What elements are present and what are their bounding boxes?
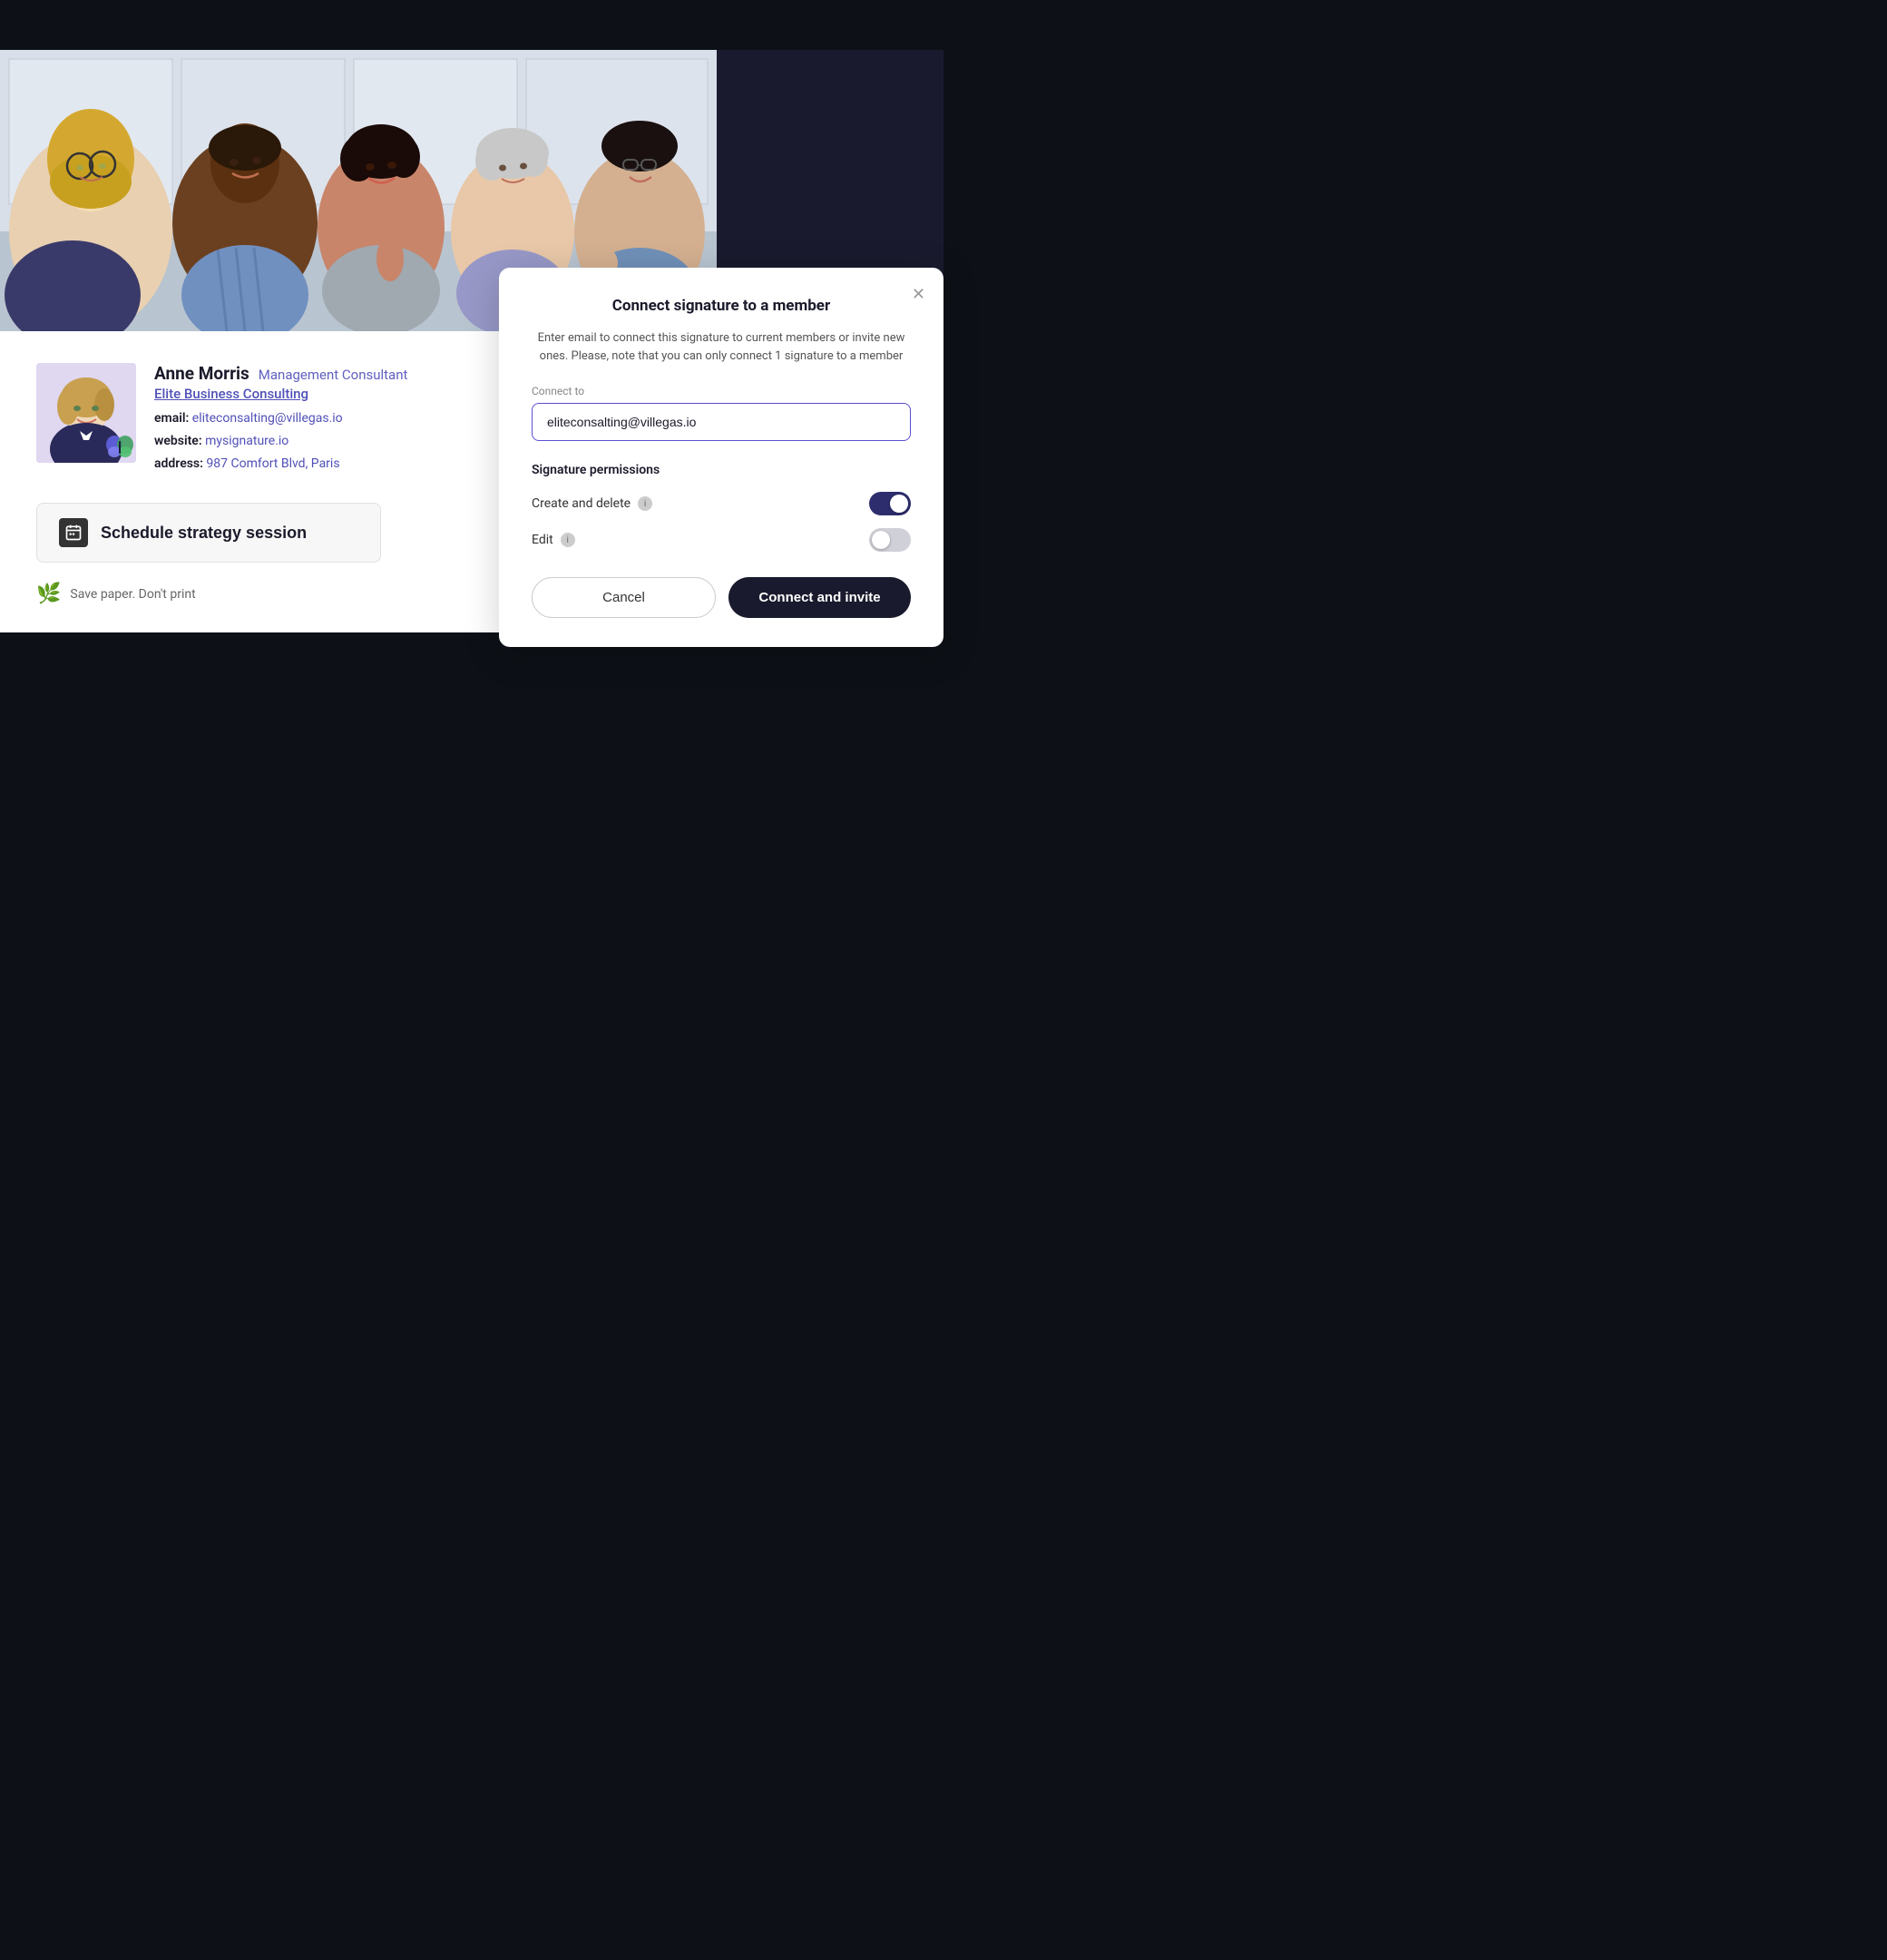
schedule-label: Schedule strategy session — [101, 524, 307, 543]
edit-toggle-thumb — [872, 531, 890, 549]
person-name: Anne Morris — [154, 363, 249, 384]
person-company[interactable]: Elite Business Consulting — [154, 386, 499, 402]
address-label: address: — [154, 456, 203, 471]
edit-toggle-track[interactable] — [869, 528, 911, 552]
modal-header: Connect signature to a member — [532, 297, 911, 315]
create-delete-toggle-thumb — [890, 495, 908, 513]
edit-toggle[interactable] — [869, 528, 911, 552]
eco-text: Save paper. Don't print — [70, 587, 195, 602]
main-content: Anne Morris Management Consultant Elite … — [0, 50, 944, 632]
create-delete-permission-row: Create and delete i — [532, 492, 911, 515]
eco-note: 🌿 Save paper. Don't print — [36, 583, 499, 605]
connect-to-field: Connect to — [532, 385, 911, 463]
website-detail: website: mysignature.io — [154, 432, 499, 451]
contact-card: Anne Morris Management Consultant Elite … — [36, 363, 499, 477]
contact-name-line: Anne Morris Management Consultant — [154, 363, 499, 384]
connect-to-input[interactable] — [532, 403, 911, 441]
address-value: 987 Comfort Blvd, Paris — [206, 456, 339, 471]
calendar-icon — [59, 518, 88, 547]
signature-section: Anne Morris Management Consultant Elite … — [0, 331, 944, 632]
email-label: email: — [154, 411, 189, 426]
create-delete-toggle[interactable] — [869, 492, 911, 515]
cancel-button[interactable]: Cancel — [532, 577, 716, 618]
bottom-bar — [0, 632, 944, 741]
create-delete-label: Create and delete — [532, 496, 631, 511]
edit-label-group: Edit i — [532, 533, 575, 547]
schedule-button[interactable]: Schedule strategy session — [36, 503, 381, 563]
connect-invite-button[interactable]: Connect and invite — [728, 577, 911, 618]
permissions-section: Signature permissions Create and delete … — [532, 463, 911, 552]
left-panel: Anne Morris Management Consultant Elite … — [36, 363, 526, 605]
website-value[interactable]: mysignature.io — [205, 434, 288, 448]
create-delete-info-icon[interactable]: i — [638, 496, 652, 511]
address-detail: address: 987 Comfort Blvd, Paris — [154, 455, 499, 474]
create-delete-label-group: Create and delete i — [532, 496, 652, 511]
avatar-container — [36, 363, 136, 463]
contact-info: Anne Morris Management Consultant Elite … — [154, 363, 499, 477]
connect-to-label: Connect to — [532, 385, 911, 397]
website-label: website: — [154, 434, 202, 448]
person-title: Management Consultant — [259, 367, 408, 383]
close-button[interactable]: ✕ — [908, 282, 929, 306]
create-delete-toggle-track[interactable] — [869, 492, 911, 515]
modal-description: Enter email to connect this signature to… — [532, 329, 911, 365]
edit-info-icon[interactable]: i — [561, 533, 575, 547]
leaf-icon: 🌿 — [36, 583, 61, 605]
email-value[interactable]: eliteconsalting@villegas.io — [192, 411, 343, 426]
permissions-title: Signature permissions — [532, 463, 911, 477]
edit-permission-row: Edit i — [532, 528, 911, 552]
edit-label: Edit — [532, 533, 553, 547]
modal-title: Connect signature to a member — [532, 297, 911, 315]
email-detail: email: eliteconsalting@villegas.io — [154, 409, 499, 428]
connect-modal: ✕ Connect signature to a member Enter em… — [499, 268, 944, 647]
signature-logo — [105, 432, 134, 461]
top-bar — [0, 0, 944, 50]
modal-buttons: Cancel Connect and invite — [532, 577, 911, 618]
